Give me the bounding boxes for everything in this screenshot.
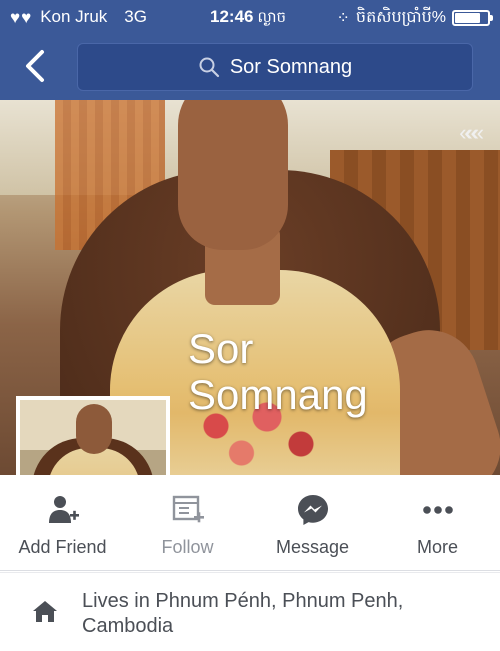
- search-icon: [199, 57, 219, 78]
- cover-photo[interactable]: «««: [0, 100, 500, 475]
- search-query: Sor Somnang: [229, 55, 353, 78]
- status-bar: ♥ ♥ Kon Jruk 3G 12:46 ល្ងាច ⁘ ចិតសិបប្រាំប…: [0, 0, 500, 34]
- network-type: 3G: [124, 7, 147, 26]
- search-input[interactable]: Sor Somnang: [77, 43, 473, 91]
- chevron-left-icon: [26, 50, 44, 82]
- battery-icon: [452, 10, 493, 26]
- more-button[interactable]: More: [375, 475, 500, 570]
- carrier-name: Kon Jruk: [40, 7, 108, 26]
- profile-action-bar: Add Friend Follow Message More: [0, 475, 500, 571]
- follow-label: Follow: [161, 537, 214, 557]
- more-label: More: [416, 537, 458, 557]
- battery-percent-text: ចិតសិបប្រាំបី%: [355, 9, 446, 26]
- add-friend-label: Add Friend: [18, 537, 107, 557]
- back-button[interactable]: [18, 46, 52, 86]
- follow-button[interactable]: Follow: [125, 475, 250, 570]
- message-button[interactable]: Message: [250, 475, 375, 570]
- message-label: Message: [275, 537, 350, 557]
- status-time: 12:46 ល្ងាច: [210, 7, 287, 26]
- home-icon: [33, 601, 57, 622]
- follow-icon: [172, 495, 204, 523]
- signal-hearts-icon: ♥ ♥: [10, 7, 32, 27]
- more-icon: [422, 506, 453, 514]
- profile-name: Sor Somnang: [188, 325, 368, 418]
- about-lives-in-row[interactable]: Lives in Phnum Pénh, Phnum Penh, Cambodi…: [0, 572, 500, 651]
- messenger-icon: [297, 495, 328, 525]
- profile-picture[interactable]: [16, 396, 170, 475]
- lives-in-text: Lives in Phnum Pénh, Phnum Penh, Cambodi…: [82, 590, 404, 637]
- add-friend-icon: [48, 496, 79, 523]
- add-friend-button[interactable]: Add Friend: [0, 475, 125, 570]
- navigation-bar: Sor Somnang: [0, 34, 500, 100]
- cover-photo-badge-icon: «««: [459, 120, 484, 145]
- activity-spinner-icon: ⁘: [336, 10, 350, 27]
